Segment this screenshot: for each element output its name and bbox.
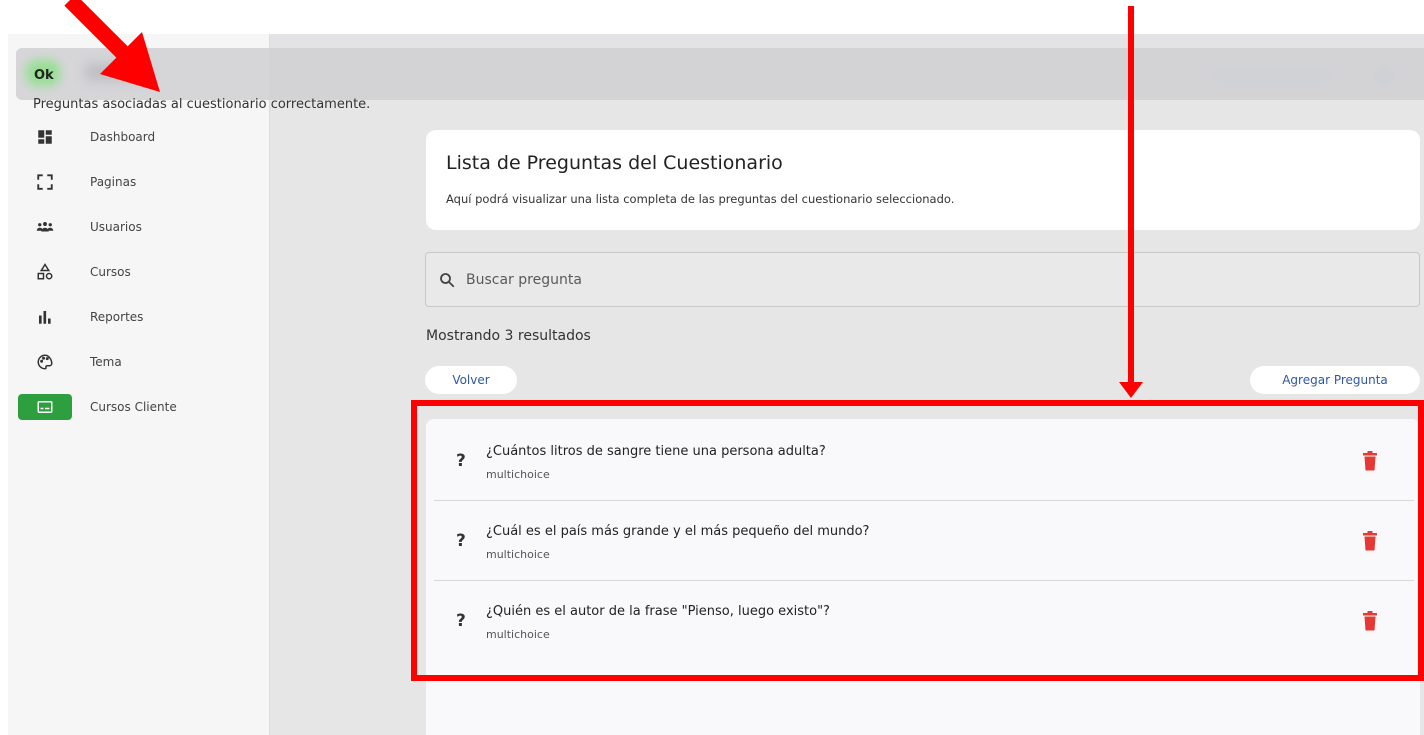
sidebar-item-label: Reportes [90,310,144,324]
sidebar-item-label: Cursos Cliente [90,400,177,414]
back-button[interactable]: Volver [425,366,517,394]
sidebar: Dashboard Paginas Usuarios Cursos Report… [8,34,270,735]
search-input[interactable] [466,271,1366,288]
add-question-button[interactable]: Agregar Pregunta [1250,366,1420,394]
bar-chart-icon [18,305,72,329]
search-icon [440,272,455,287]
subtitles-icon [18,394,72,420]
search-box[interactable] [425,252,1420,307]
sidebar-item-paginas[interactable]: Paginas [18,167,136,197]
sidebar-item-dashboard[interactable]: Dashboard [18,122,155,152]
results-count: Mostrando 3 resultados [426,328,591,344]
header-card: Lista de Preguntas del Cuestionario Aquí… [426,130,1420,230]
palette-icon [18,350,72,374]
page-title: Lista de Preguntas del Cuestionario [446,152,783,174]
sidebar-item-cursos[interactable]: Cursos [18,257,131,287]
annotation-diagonal-arrow [64,0,160,92]
sidebar-item-usuarios[interactable]: Usuarios [18,212,142,242]
annotation-arrow-line [1128,6,1134,384]
annotation-arrow-head [1119,382,1143,398]
sidebar-item-label: Dashboard [90,130,156,144]
sidebar-item-label: Usuarios [90,220,142,234]
dashboard-icon [18,125,72,149]
pages-icon [18,170,72,194]
sidebar-item-reportes[interactable]: Reportes [18,302,143,332]
sidebar-item-label: Cursos [90,265,131,279]
shapes-icon [18,260,72,284]
annotation-box [411,400,1424,681]
page-subtitle: Aquí podrá visualizar una lista completa… [446,192,955,206]
toast-notification: Ok [16,48,1424,100]
users-icon [18,215,72,239]
sidebar-item-cursos-cliente[interactable]: Cursos Cliente [18,392,177,422]
sidebar-item-tema[interactable]: Tema [18,347,122,377]
sidebar-item-label: Tema [90,355,122,369]
sidebar-item-label: Paginas [90,175,137,189]
